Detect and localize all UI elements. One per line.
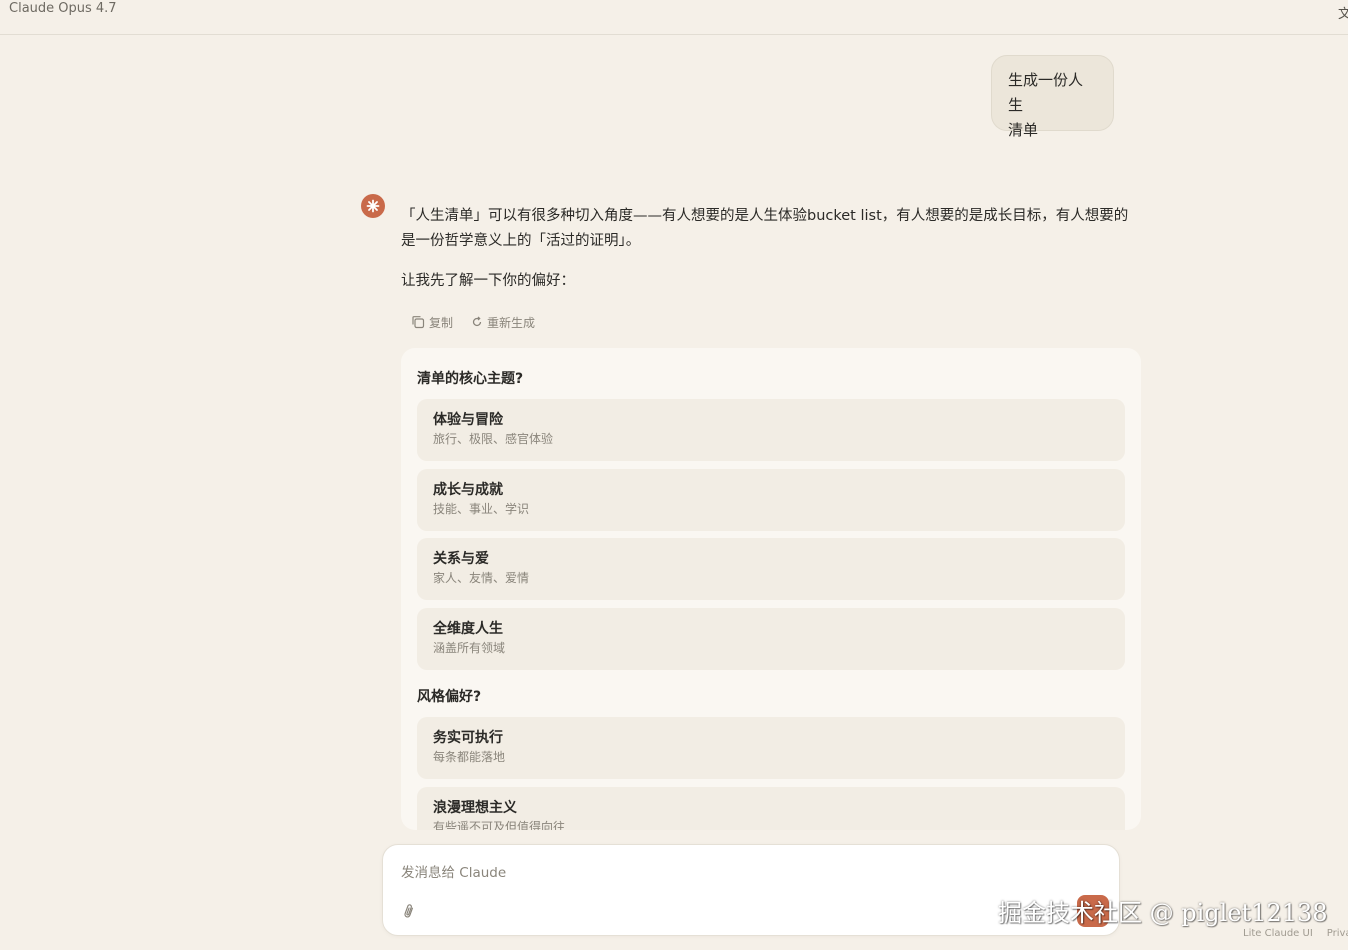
option-relationships-love[interactable]: 关系与爱 家人、友情、爱情 [417, 538, 1125, 600]
option-practical[interactable]: 务实可执行 每条都能落地 [417, 717, 1125, 779]
footer-links: Lite Claude UI Priva [1243, 928, 1348, 939]
copy-label: 复制 [429, 315, 454, 330]
message-input[interactable] [401, 863, 1001, 883]
question-title: 清单的核心主题? [417, 371, 524, 387]
option-romantic-idealism[interactable]: 浪漫理想主义 有些遥不可及但值得向往 [417, 787, 1125, 830]
footer-link-lite-ui[interactable]: Lite Claude UI [1243, 928, 1313, 939]
option-title: 关系与爱 [433, 551, 489, 567]
top-bar: Claude Opus 4.7 文 [0, 0, 1348, 35]
claude-logo-icon [361, 194, 385, 218]
option-subtitle: 家人、友情、爱情 [433, 571, 530, 585]
question-card: 清单的核心主题? 体验与冒险 旅行、极限、感官体验 成长与成就 技能、事业、学识… [401, 348, 1141, 830]
paperclip-icon[interactable]: ​ [400, 902, 416, 924]
assistant-paragraph: 让我先了解一下你的偏好： [401, 273, 575, 289]
regenerate-label: 重新生成 [487, 315, 536, 330]
user-message-line: 生成一份人生 [1008, 71, 1084, 114]
option-title: 成长与成就 [433, 482, 503, 498]
footer-link-privacy[interactable]: Priva [1327, 928, 1348, 939]
option-subtitle: 有些遥不可及但值得向往 [433, 820, 566, 830]
copy-icon [412, 316, 425, 329]
option-experience-adventure[interactable]: 体验与冒险 旅行、极限、感官体验 [417, 399, 1125, 461]
watermark: 掘金技术社区 @ piglet12138 [998, 899, 1328, 927]
option-subtitle: 涵盖所有领域 [433, 641, 506, 655]
option-full-life[interactable]: 全维度人生 涵盖所有领域 [417, 608, 1125, 670]
model-selector[interactable]: Claude Opus 4.7 [9, 1, 117, 16]
user-message-bubble: 生成一份人生 清单 [991, 55, 1114, 139]
copy-button[interactable]: 复制 [411, 313, 453, 331]
assistant-paragraph: 「人生清单」可以有很多种切入角度——有人想要的是人生体验bucket list，… [401, 208, 1129, 249]
option-subtitle: 技能、事业、学识 [433, 502, 530, 516]
option-title: 全维度人生 [433, 621, 503, 637]
option-subtitle: 每条都能落地 [433, 750, 506, 764]
option-growth-achievement[interactable]: 成长与成就 技能、事业、学识 [417, 469, 1125, 531]
option-title: 浪漫理想主义 [433, 800, 517, 816]
asterisk-icon [366, 199, 380, 213]
option-title: 务实可执行 [433, 730, 503, 746]
option-title: 体验与冒险 [433, 412, 503, 428]
refresh-icon [472, 316, 482, 327]
translate-icon[interactable]: 文 [1338, 3, 1348, 22]
message-actions: 复制 重新生成 [411, 313, 535, 331]
attach-icon [404, 904, 414, 918]
option-subtitle: 旅行、极限、感官体验 [433, 432, 554, 446]
question-title: 风格偏好? [417, 689, 482, 705]
regenerate-button[interactable]: 重新生成 [471, 313, 535, 331]
user-message-line: 清单 [1008, 121, 1039, 139]
